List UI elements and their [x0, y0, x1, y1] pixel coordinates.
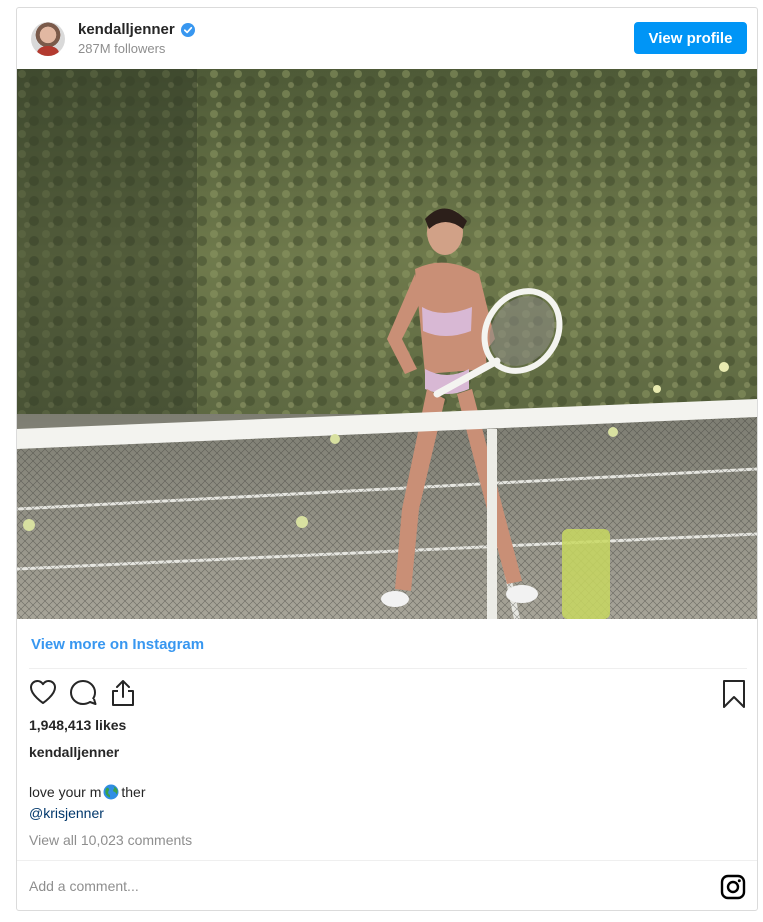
divider	[17, 860, 757, 861]
globe-emoji-icon	[103, 784, 119, 800]
instagram-icon[interactable]	[720, 874, 746, 900]
caption-text-before: love your m	[29, 784, 102, 800]
username-row: kendalljenner	[78, 21, 195, 38]
post-header: kendalljenner 287M followers View profil…	[17, 8, 757, 69]
instagram-embed-card: kendalljenner 287M followers View profil…	[16, 7, 758, 911]
heart-icon[interactable]	[29, 679, 57, 705]
verified-badge-icon	[180, 22, 195, 37]
avatar[interactable]	[31, 22, 65, 56]
tennis-video-frame	[17, 69, 757, 619]
add-comment-input[interactable]	[29, 870, 679, 902]
follower-count: 287M followers	[78, 41, 166, 56]
caption-author[interactable]: kendalljenner	[29, 744, 119, 760]
mention-link[interactable]: @krisjenner	[29, 805, 104, 821]
view-profile-button[interactable]: View profile	[634, 22, 747, 54]
caption-text-after: ther	[121, 784, 146, 800]
like-count[interactable]: 1,948,413 likes	[29, 717, 126, 733]
comment-icon[interactable]	[69, 679, 97, 705]
post-media[interactable]	[17, 69, 757, 619]
caption-text: love your m ther	[29, 784, 145, 800]
username[interactable]: kendalljenner	[78, 21, 175, 38]
view-more-on-instagram-link[interactable]: View more on Instagram	[31, 636, 204, 653]
view-all-comments-link[interactable]: View all 10,023 comments	[29, 832, 192, 848]
share-icon[interactable]	[109, 679, 137, 707]
divider	[29, 668, 747, 669]
bookmark-icon[interactable]	[721, 679, 747, 709]
